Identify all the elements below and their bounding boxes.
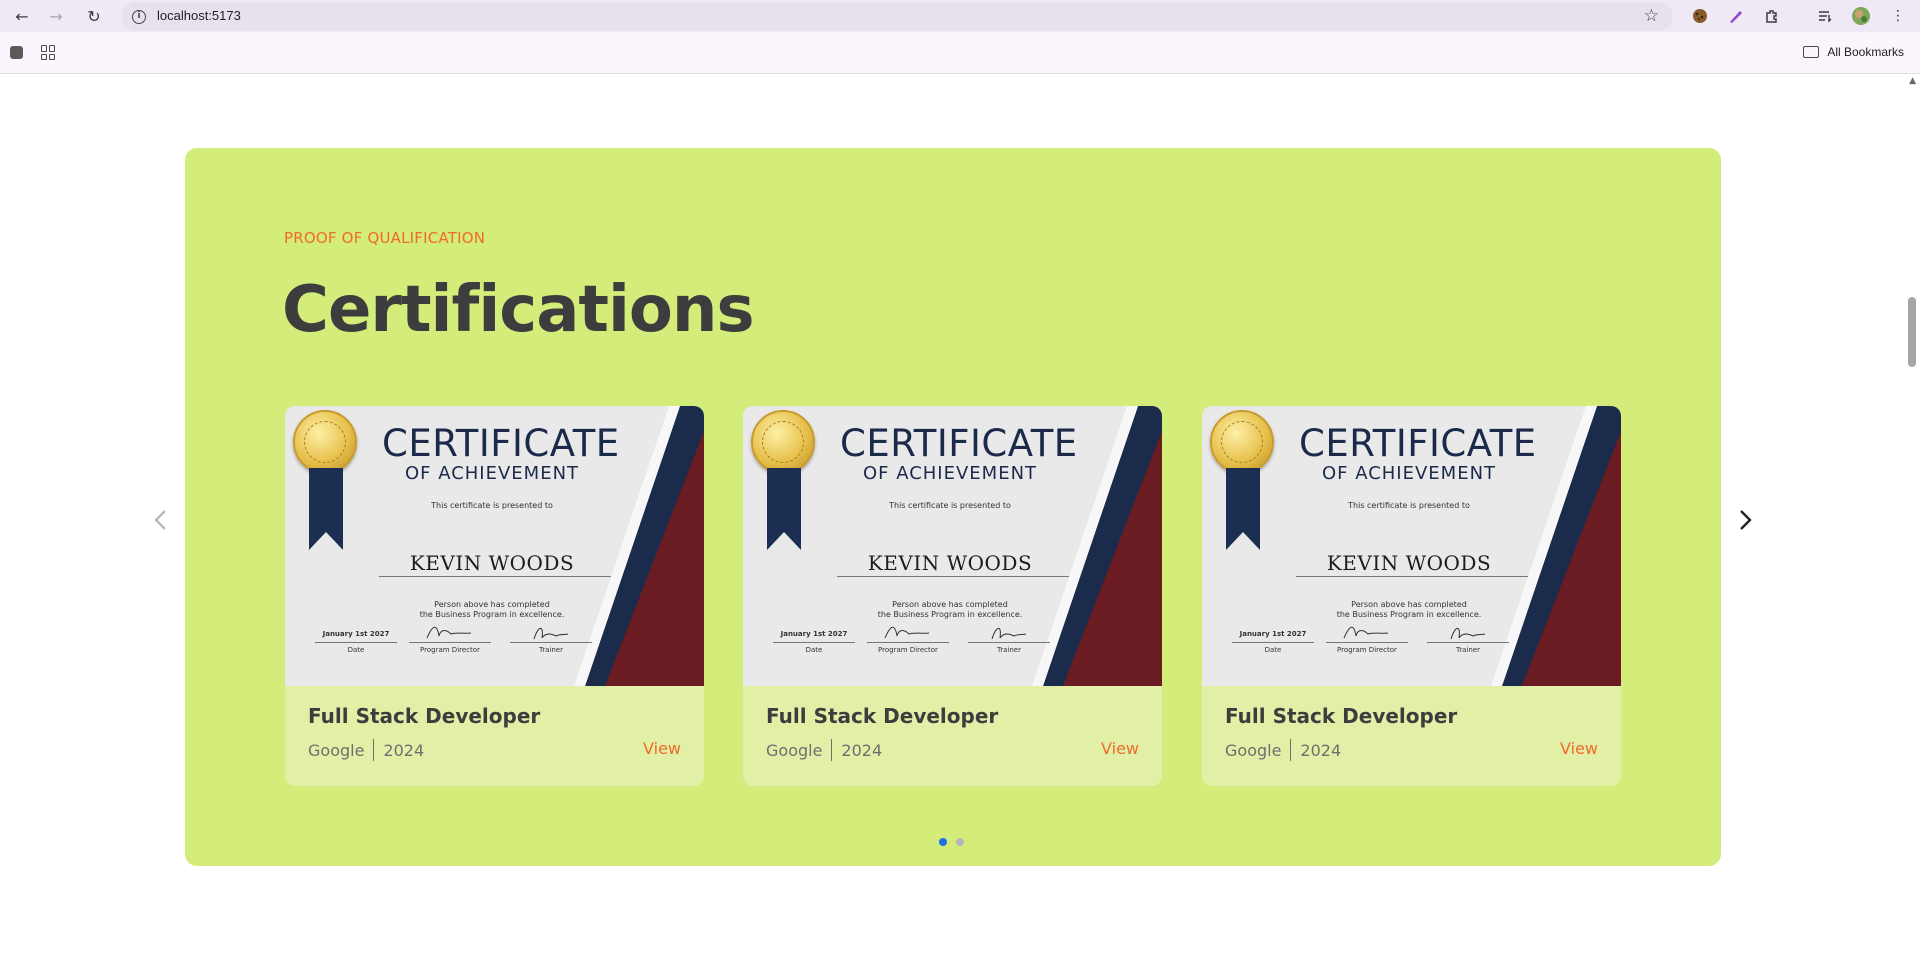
recipient-underline bbox=[379, 576, 611, 577]
back-icon[interactable]: ← bbox=[12, 6, 32, 26]
bookmark-star-icon[interactable]: ☆ bbox=[1644, 6, 1659, 26]
tab-strip-icon[interactable] bbox=[10, 46, 23, 59]
pen-extension-icon[interactable] bbox=[1726, 6, 1746, 26]
certificate-card[interactable]: CERTIFICATE OF ACHIEVEMENT This certific… bbox=[285, 406, 704, 786]
apps-grid-icon[interactable] bbox=[41, 45, 56, 60]
certificate-description: Person above has completed the Business P… bbox=[1336, 600, 1482, 619]
card-meta: Google 2024 bbox=[308, 739, 424, 761]
profile-avatar-icon[interactable] bbox=[1851, 6, 1871, 26]
ribbon-icon bbox=[767, 468, 801, 550]
certificate-subtitle: OF ACHIEVEMENT bbox=[1321, 463, 1497, 484]
certificate-recipient: KEVIN WOODS bbox=[409, 551, 575, 575]
director-signature-block: Program Director bbox=[867, 626, 949, 654]
director-signature-block: Program Director bbox=[409, 626, 491, 654]
certificate-presented-text: This certificate is presented to bbox=[889, 501, 1011, 510]
folder-icon bbox=[1803, 46, 1820, 58]
all-bookmarks-button[interactable]: All Bookmarks bbox=[1803, 45, 1904, 59]
gold-seal-icon bbox=[751, 410, 815, 474]
cookie-extension-icon[interactable] bbox=[1690, 6, 1710, 26]
reload-icon[interactable]: ↻ bbox=[84, 6, 104, 26]
url-text[interactable]: localhost:5173 bbox=[157, 8, 241, 23]
ribbon-icon bbox=[309, 468, 343, 550]
certificate-image[interactable]: CERTIFICATE OF ACHIEVEMENT This certific… bbox=[285, 406, 704, 686]
section-heading: Certifications bbox=[282, 273, 755, 347]
card-issuer: Google bbox=[766, 740, 823, 760]
certificate-presented-text: This certificate is presented to bbox=[1348, 501, 1470, 510]
browser-menu-icon[interactable]: ⋮ bbox=[1888, 6, 1908, 26]
certificate-image[interactable]: CERTIFICATE OF ACHIEVEMENT This certific… bbox=[743, 406, 1162, 686]
card-info: Full Stack Developer Google 2024 View bbox=[743, 686, 1162, 786]
card-year: 2024 bbox=[1300, 740, 1342, 760]
certificate-subtitle: OF ACHIEVEMENT bbox=[404, 463, 580, 484]
card-year: 2024 bbox=[383, 740, 425, 760]
site-info-icon[interactable]: i bbox=[132, 10, 146, 24]
card-year: 2024 bbox=[841, 740, 883, 760]
certificate-subtitle: OF ACHIEVEMENT bbox=[862, 463, 1038, 484]
card-title: Full Stack Developer bbox=[766, 704, 999, 728]
certificate-title: CERTIFICATE bbox=[840, 422, 1078, 465]
card-info: Full Stack Developer Google 2024 View bbox=[285, 686, 704, 786]
card-meta: Google 2024 bbox=[766, 739, 882, 761]
view-link[interactable]: View bbox=[643, 739, 681, 758]
view-link[interactable]: View bbox=[1560, 739, 1598, 758]
ribbon-icon bbox=[1226, 468, 1260, 550]
certificate-recipient: KEVIN WOODS bbox=[1326, 551, 1492, 575]
carousel-next-arrow-icon[interactable] bbox=[1733, 507, 1759, 533]
director-signature-block: Program Director bbox=[1326, 626, 1408, 654]
recipient-underline bbox=[837, 576, 1069, 577]
certificate-card[interactable]: CERTIFICATE OF ACHIEVEMENT This certific… bbox=[1202, 406, 1621, 786]
date-signature-block: January 1st 2027 Date bbox=[315, 630, 397, 654]
section-eyebrow: PROOF OF QUALIFICATION bbox=[284, 229, 486, 247]
certificate-description: Person above has completed the Business P… bbox=[877, 600, 1023, 619]
carousel-prev-arrow-icon[interactable] bbox=[147, 507, 173, 533]
page-viewport: ▲ PROOF OF QUALIFICATION Certifications … bbox=[0, 75, 1920, 973]
certificate-image[interactable]: CERTIFICATE OF ACHIEVEMENT This certific… bbox=[1202, 406, 1621, 686]
extensions-puzzle-icon[interactable] bbox=[1762, 6, 1782, 26]
scroll-up-icon[interactable]: ▲ bbox=[1909, 76, 1916, 86]
gold-seal-icon bbox=[1210, 410, 1274, 474]
forward-icon[interactable]: → bbox=[46, 6, 66, 26]
card-issuer: Google bbox=[308, 740, 365, 760]
certificate-description: Person above has completed the Business P… bbox=[419, 600, 565, 619]
trainer-signature-block: Trainer bbox=[510, 627, 592, 654]
trainer-signature-block: Trainer bbox=[968, 627, 1050, 654]
pagination-dot-active[interactable] bbox=[939, 838, 947, 846]
certificate-title: CERTIFICATE bbox=[382, 422, 620, 465]
certificate-card[interactable]: CERTIFICATE OF ACHIEVEMENT This certific… bbox=[743, 406, 1162, 786]
all-bookmarks-label: All Bookmarks bbox=[1827, 45, 1904, 59]
certificate-presented-text: This certificate is presented to bbox=[431, 501, 553, 510]
certificate-title: CERTIFICATE bbox=[1299, 422, 1537, 465]
trainer-signature-block: Trainer bbox=[1427, 627, 1509, 654]
recipient-underline bbox=[1296, 576, 1528, 577]
bookmarks-bar: All Bookmarks bbox=[0, 32, 1920, 74]
card-info: Full Stack Developer Google 2024 View bbox=[1202, 686, 1621, 786]
reading-list-icon[interactable] bbox=[1815, 6, 1835, 26]
card-meta: Google 2024 bbox=[1225, 739, 1341, 761]
certificate-recipient: KEVIN WOODS bbox=[867, 551, 1033, 575]
scrollbar-thumb[interactable] bbox=[1908, 297, 1916, 367]
date-signature-block: January 1st 2027 Date bbox=[773, 630, 855, 654]
pagination-dot[interactable] bbox=[956, 838, 964, 846]
view-link[interactable]: View bbox=[1101, 739, 1139, 758]
browser-toolbar: ← → ↻ i localhost:5173 ☆ ⋮ bbox=[0, 0, 1920, 32]
address-bar[interactable]: i localhost:5173 ☆ bbox=[122, 2, 1673, 31]
date-signature-block: January 1st 2027 Date bbox=[1232, 630, 1314, 654]
card-title: Full Stack Developer bbox=[1225, 704, 1458, 728]
carousel-pagination bbox=[939, 838, 964, 846]
card-issuer: Google bbox=[1225, 740, 1282, 760]
card-title: Full Stack Developer bbox=[308, 704, 541, 728]
gold-seal-icon bbox=[293, 410, 357, 474]
